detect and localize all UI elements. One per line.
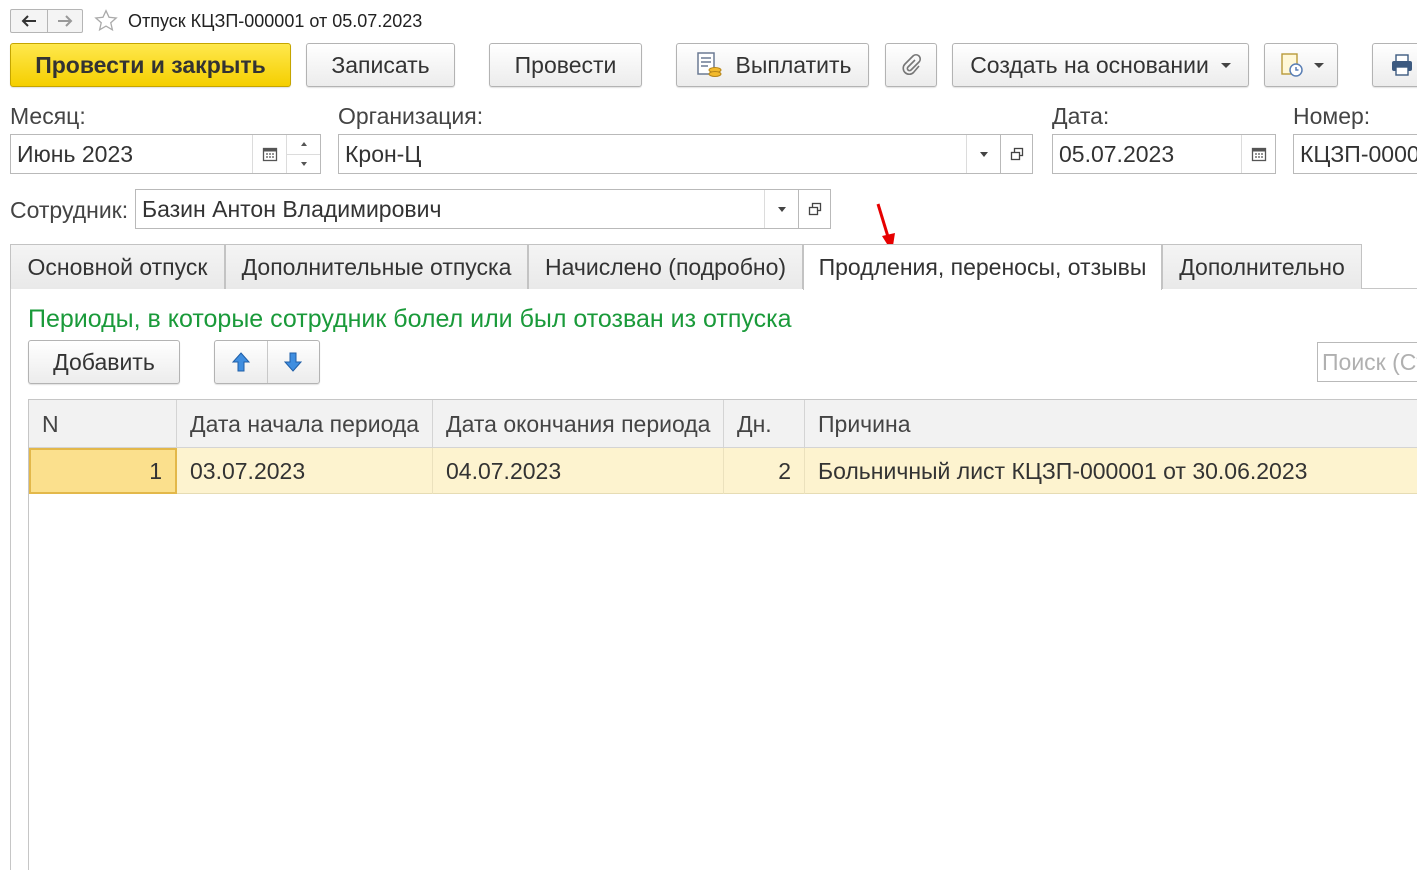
window-title: Отпуск КЦЗП-000001 от 05.07.2023 [128,11,423,31]
paperclip-icon [902,53,922,75]
create-based-on-label: Создать на основании [970,51,1209,78]
add-button[interactable]: Добавить [28,340,180,384]
number-value[interactable]: КЦЗП-0000 [1294,135,1417,173]
column-header-n[interactable]: N [29,400,177,448]
payment-document-icon [696,52,722,77]
post-button[interactable]: Провести [489,43,642,87]
cell-reason[interactable]: Больничный лист КЦЗП-000001 от 30.06.202… [805,448,1417,494]
stepper-down-button[interactable] [287,153,320,174]
organization-open-button[interactable] [1001,134,1033,174]
save-button[interactable]: Записать [306,43,455,87]
history-nav [10,9,83,33]
tab-main-vacation[interactable]: Основной отпуск [10,244,225,289]
column-header-start-date[interactable]: Дата начала периода [177,400,433,448]
calendar-button[interactable] [252,135,286,173]
stepper-up-button[interactable] [287,135,320,154]
organization-label: Организация: [338,103,484,129]
employee-label: Сотрудник: [10,197,129,223]
table-row[interactable]: 1 03.07.2023 04.07.2023 2 Больничный лис… [29,448,1417,494]
attachments-button[interactable] [885,43,937,87]
calendar-icon [1251,147,1266,162]
employee-field[interactable]: Базин Антон Владимирович [135,189,799,229]
tab-additional[interactable]: Дополнительно [1162,244,1362,289]
month-value[interactable]: Июнь 2023 [11,135,252,173]
search-input[interactable]: Поиск (Ct [1317,342,1417,382]
arrow-left-icon [21,15,36,27]
month-label: Месяц: [10,103,86,129]
arrow-down-icon [284,352,303,372]
periods-table: N Дата начала периода Дата окончания пер… [28,399,1417,870]
organization-field[interactable]: Крон-Ц [338,134,1001,174]
column-header-days[interactable]: Дн. [724,400,805,448]
cell-start-date[interactable]: 03.07.2023 [177,448,433,494]
related-documents-button[interactable] [1264,43,1338,87]
organization-value[interactable]: Крон-Ц [339,135,966,173]
open-window-icon [808,202,821,216]
panel-border [10,288,11,870]
tab-additional-vacations[interactable]: Дополнительные отпуска [225,244,528,289]
document-clock-icon [1281,53,1303,77]
printer-icon [1392,54,1412,76]
favorite-star-icon[interactable] [93,8,119,39]
forward-button[interactable] [46,10,83,32]
tab-extensions-transfers-recalls[interactable]: Продления, переносы, отзывы [803,244,1162,290]
chevron-down-icon [1220,62,1231,68]
arrow-up-icon [231,352,250,372]
calendar-icon [262,147,277,162]
move-buttons [214,340,320,384]
column-header-end-date[interactable]: Дата окончания периода [433,400,724,448]
column-header-reason[interactable]: Причина [805,400,1417,448]
chevron-down-icon [1314,62,1324,68]
month-stepper[interactable] [286,135,320,173]
employee-open-button[interactable] [799,189,831,229]
date-calendar-button[interactable] [1241,135,1275,173]
pay-button[interactable]: Выплатить [676,43,869,87]
employee-dropdown-button[interactable] [764,190,798,228]
number-label: Номер: [1293,103,1371,129]
cell-end-date[interactable]: 04.07.2023 [433,448,724,494]
organization-dropdown-button[interactable] [966,135,1000,173]
pay-button-label: Выплатить [735,51,852,78]
section-title: Периоды, в которые сотрудник болел или б… [28,305,792,333]
create-based-on-button[interactable]: Создать на основании [952,43,1249,87]
tab-accrued-detailed[interactable]: Начислено (подробно) [528,244,803,289]
move-up-button[interactable] [215,341,267,383]
triangle-up-icon [300,142,307,147]
month-field[interactable]: Июнь 2023 [10,134,321,174]
cell-n[interactable]: 1 [29,448,177,494]
open-window-icon [1010,147,1023,161]
date-label: Дата: [1052,103,1110,129]
back-button[interactable] [11,10,47,32]
chevron-down-icon [777,206,786,212]
cell-days[interactable]: 2 [724,448,805,494]
date-value[interactable]: 05.07.2023 [1053,135,1241,173]
post-and-close-button[interactable]: Провести и закрыть [10,43,291,87]
print-button[interactable] [1372,43,1417,87]
employee-value[interactable]: Базин Антон Владимирович [136,190,764,228]
table-header: N Дата начала периода Дата окончания пер… [29,400,1417,448]
arrow-right-icon [57,15,73,27]
date-field[interactable]: 05.07.2023 [1052,134,1276,174]
number-field[interactable]: КЦЗП-0000 [1293,134,1417,174]
chevron-down-icon [979,151,988,157]
triangle-down-icon [300,161,307,166]
move-down-button[interactable] [266,341,320,383]
